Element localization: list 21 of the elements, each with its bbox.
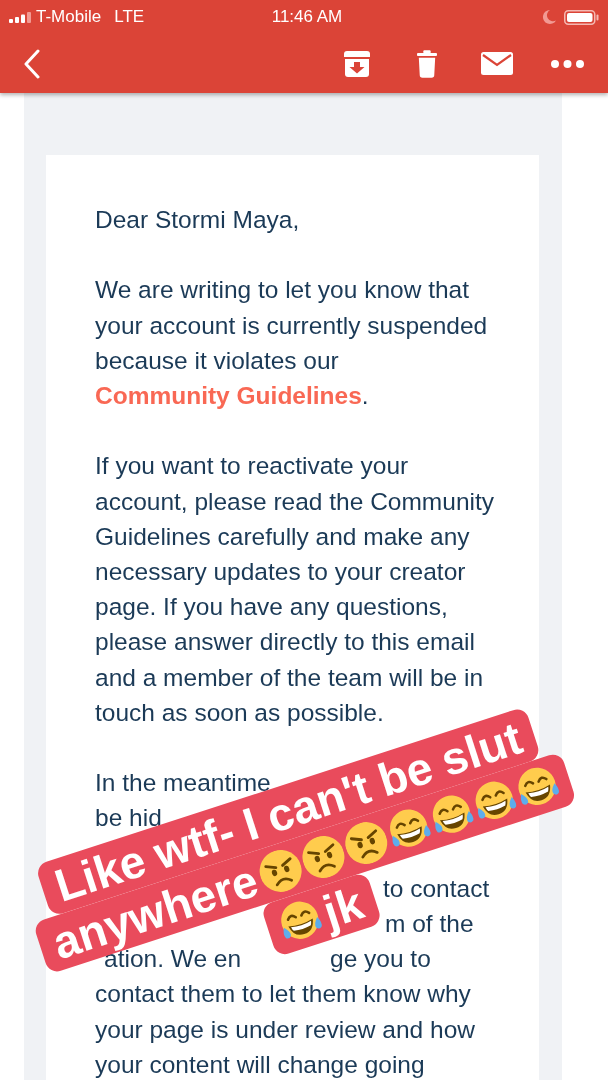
archive-icon[interactable] [343, 49, 371, 78]
email-paragraph: We are writing to let you know that your account is currently suspended because it violates our Community Guidelines. [95, 275, 489, 411]
trash-icon[interactable] [417, 49, 437, 78]
greeting-text: Dear Stormi Maya, [95, 205, 301, 235]
battery-icon [564, 9, 599, 25]
email-paragraph: contact them to let them know why your page is under review and how your content will change going [95, 979, 476, 1080]
moon-icon [541, 9, 557, 25]
email-text-fragment: ge you to [330, 944, 431, 975]
email-text-fragment: to contact [383, 873, 490, 904]
envelope-icon[interactable] [481, 52, 513, 75]
signal-icon [9, 11, 31, 23]
email-text-fragment: In the meantime [95, 768, 271, 797]
sticker-text: I [237, 800, 264, 848]
more-options-icon[interactable] [550, 59, 584, 68]
email-text-fragment: m of the [385, 908, 474, 939]
carrier-name: T-Mobile [36, 6, 102, 29]
network-type: LTE [114, 6, 145, 29]
sticker-text: jk [317, 879, 369, 936]
status-time: 11:46 AM [270, 6, 343, 29]
back-chevron-icon[interactable] [24, 48, 40, 79]
guidelines-link[interactable]: Community Guidelines [95, 382, 362, 409]
